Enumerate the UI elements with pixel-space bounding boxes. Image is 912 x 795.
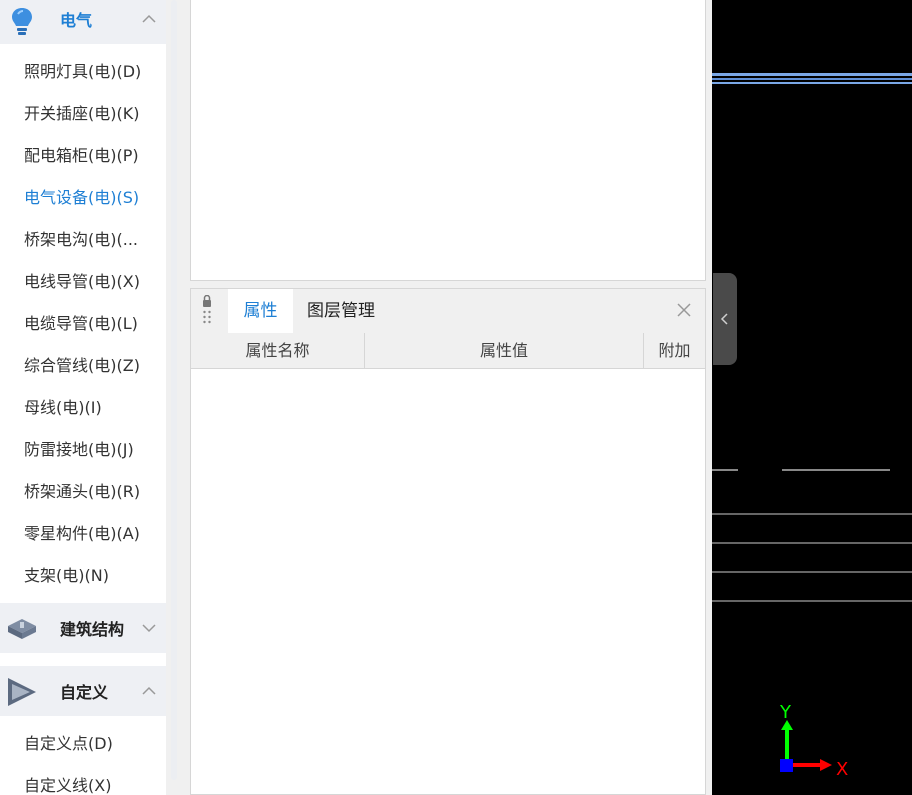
panel-collapse-handle[interactable] xyxy=(713,273,737,365)
column-property-name[interactable]: 属性名称 xyxy=(191,333,365,368)
sidebar-item-misc-component[interactable]: 零星构件(电)(A) xyxy=(24,519,164,549)
group-label: 电气 xyxy=(60,11,93,30)
sidebar-item-electrical-equipment[interactable]: 电气设备(电)(S) xyxy=(24,183,164,213)
group-header-structure[interactable]: 建筑结构 xyxy=(0,603,166,653)
y-axis-label: Y xyxy=(779,702,792,723)
properties-panel: 属性 图层管理 属性名称 属性值 附加 xyxy=(190,288,706,795)
tab-layer-management[interactable]: 图层管理 xyxy=(307,289,375,333)
sidebar-item-cable-tray[interactable]: 桥架电沟(电)(... xyxy=(24,225,164,255)
column-extra[interactable]: 附加 xyxy=(644,333,705,368)
drawn-line xyxy=(712,73,912,76)
sidebar-item-custom-line[interactable]: 自定义线(X) xyxy=(24,771,164,795)
sidebar-item-lighting[interactable]: 照明灯具(电)(D) xyxy=(24,57,164,87)
group-header-electrical[interactable]: 电气 xyxy=(0,0,166,44)
sidebar-item-busbar[interactable]: 母线(电)(I) xyxy=(24,393,164,423)
group-header-custom[interactable]: 自定义 xyxy=(0,666,166,716)
property-grid-header: 属性名称 属性值 附加 xyxy=(191,333,705,369)
lock-icon[interactable] xyxy=(201,295,213,327)
column-property-value[interactable]: 属性值 xyxy=(365,333,644,368)
sidebar-item-tray-fitting[interactable]: 桥架通头(电)(R) xyxy=(24,477,164,507)
sidebar-item-bracket[interactable]: 支架(电)(N) xyxy=(24,561,164,591)
chevron-left-icon xyxy=(720,313,728,325)
chevron-up-icon[interactable] xyxy=(140,685,158,697)
sidebar-item-wire-conduit[interactable]: 电线导管(电)(X) xyxy=(24,267,164,297)
custom-shape-icon xyxy=(8,678,36,706)
sidebar-item-lightning-grounding[interactable]: 防雷接地(电)(J) xyxy=(24,435,164,465)
tab-properties[interactable]: 属性 xyxy=(228,289,293,333)
x-axis-label: X xyxy=(836,759,848,780)
sidebar-item-distribution-box[interactable]: 配电箱柜(电)(P) xyxy=(24,141,164,171)
canvas-drawing: Y X xyxy=(712,73,912,780)
sidebar-item-custom-point[interactable]: 自定义点(D) xyxy=(24,729,164,759)
sidebar-item-integrated-pipeline[interactable]: 综合管线(电)(Z) xyxy=(24,351,164,381)
chevron-down-icon[interactable] xyxy=(140,622,158,634)
ucs-axis-icon: Y X xyxy=(779,702,848,780)
sidebar-scrollbar[interactable] xyxy=(171,0,177,780)
drawn-line xyxy=(712,82,912,84)
chevron-up-icon[interactable] xyxy=(140,13,158,25)
component-list-panel xyxy=(190,0,706,281)
close-icon[interactable] xyxy=(675,301,693,319)
sidebar-item-cable-conduit[interactable]: 电缆导管(电)(L) xyxy=(24,309,164,339)
drawn-line xyxy=(712,78,912,80)
group-label: 建筑结构 xyxy=(60,620,125,639)
drawing-canvas[interactable]: Y X xyxy=(712,0,912,795)
lightbulb-icon xyxy=(12,8,32,35)
category-sidebar: 电气 照明灯具(电)(D) 开关插座(电)(K) 配电箱柜(电)(P) 电气设备… xyxy=(0,0,166,795)
building-structure-icon xyxy=(8,619,36,639)
sidebar-item-switch-socket[interactable]: 开关插座(电)(K) xyxy=(24,99,164,129)
group-label: 自定义 xyxy=(60,683,109,702)
properties-tab-strip: 属性 图层管理 xyxy=(191,289,705,333)
